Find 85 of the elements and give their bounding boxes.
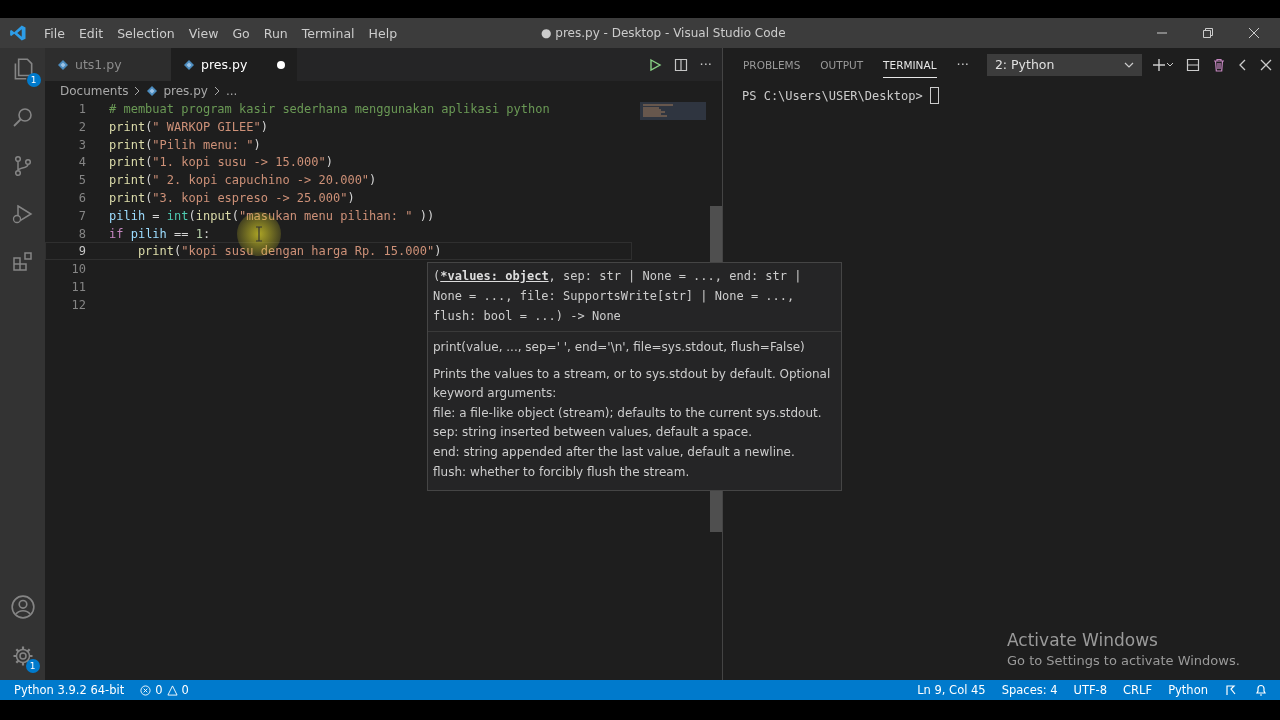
panel-tab[interactable]: TERMINAL: [883, 51, 937, 78]
code-line: pilih = int(input("masukan menu pilihan: " )): [109, 207, 435, 224]
trash-icon[interactable]: [1211, 57, 1226, 72]
terminal-cursor: [929, 87, 939, 104]
doc-text: flush: whether to forcibly flush the stream.: [433, 463, 691, 481]
line-number: 9: [77, 243, 86, 260]
restore-icon[interactable]: [1202, 27, 1214, 39]
code-line: # membuat program kasir sederhana menggunakan aplikasi python: [109, 101, 550, 117]
editor-tab[interactable]: pres.py: [171, 48, 297, 81]
activation-title: Activate Windows: [1007, 630, 1159, 650]
error-icon: [140, 684, 152, 696]
status-item[interactable]: Ln 9, Col 45: [917, 683, 986, 697]
code-line: print("1. kopi susu -> 15.000"): [109, 154, 333, 171]
add-terminal-icon[interactable]: [1151, 57, 1174, 72]
line-number: 6: [77, 190, 86, 206]
minimap-drawing: [640, 102, 706, 120]
chevron-left-icon[interactable]: [1237, 57, 1248, 72]
split-editor-icon[interactable]: [673, 57, 688, 72]
code-line: if pilih == 1:: [109, 225, 211, 242]
status-item[interactable]: Spaces: 4: [1001, 683, 1058, 697]
line-number: 11: [70, 278, 86, 295]
problems-status[interactable]: 0 0: [140, 683, 189, 697]
menu-item[interactable]: File: [37, 25, 72, 41]
status-item[interactable]: CRLF: [1123, 683, 1153, 697]
chevron-right-icon: [212, 85, 221, 96]
line-number: 2: [77, 118, 86, 135]
code-line: print(" 2. kopi capuchino -> 20.000"): [109, 172, 377, 188]
line-number: 5: [77, 172, 86, 188]
signature-text: (*values: object, sep: str | None = ..., end: str | None = ..., file: SupportsWrite[str] | None = ..., flush: bool = ...) -> None: [428, 263, 841, 332]
usage-text: print(value, ..., sep=' ', end='\n', file=sys.stdout, flush=False): [433, 339, 806, 356]
interpreter-status[interactable]: Python 3.9.2 64-bit: [14, 683, 125, 697]
status-item[interactable]: UTF-8: [1073, 683, 1108, 697]
editor-tab[interactable]: uts1.py: [45, 48, 171, 81]
code-line: print(" WARKOP GILEE"): [109, 118, 268, 135]
warning-icon: [166, 684, 178, 696]
status-item[interactable]: Python: [1168, 683, 1208, 697]
extensions-icon[interactable]: [10, 250, 35, 274]
doc-text: end: string appended after the last value, default a newline.: [433, 443, 796, 461]
menu-item[interactable]: Help: [361, 25, 405, 41]
code-line: print("kopi susu dengan harga Rp. 15.000"): [136, 243, 442, 260]
menu-item[interactable]: View: [181, 25, 226, 41]
line-number: 10: [70, 261, 86, 277]
doc-text: sep: string inserted between values, default a space.: [433, 424, 753, 442]
menu-item[interactable]: Selection: [110, 25, 182, 41]
menu-item[interactable]: Run: [256, 25, 295, 41]
window-title: ● pres.py - Desktop - Visual Studio Code: [541, 26, 786, 40]
line-number: 12: [70, 296, 86, 313]
doc-text: Prints the values to a stream, or to sys.stdout by default. Optional keyword arguments:: [433, 365, 832, 403]
split-terminal-icon[interactable]: [1185, 57, 1200, 72]
line-number: 1: [77, 101, 86, 117]
terminal-dropdown[interactable]: 2: Python: [986, 53, 1142, 76]
menu-item[interactable]: Go: [225, 25, 257, 41]
feedback-icon[interactable]: [1224, 683, 1238, 697]
close-icon[interactable]: [1248, 27, 1260, 39]
breadcrumb-item[interactable]: Documents: [60, 83, 129, 98]
doc-text: file: a file-like object (stream); defaults to the current sys.stdout.: [433, 404, 823, 422]
terminal-prompt: PS C:\Users\USER\Desktop>: [742, 88, 924, 103]
run-icon[interactable]: [647, 57, 662, 72]
python-file-icon: [183, 58, 195, 71]
bell-icon[interactable]: [1254, 683, 1268, 697]
code-line: print("Pilih menu: "): [109, 136, 261, 153]
code-line: print("3. kopi espreso -> 25.000"): [109, 190, 355, 206]
python-file-icon: [57, 58, 69, 71]
account-icon[interactable]: [9, 594, 36, 620]
line-number: 4: [77, 154, 86, 171]
line-number: 3: [77, 136, 86, 153]
python-file-icon: [146, 84, 159, 97]
menu-item[interactable]: Terminal: [294, 25, 362, 41]
notification-badge: 1: [26, 73, 41, 87]
chevron-down-icon: [1123, 60, 1134, 69]
run-debug-icon[interactable]: [10, 202, 35, 226]
close-icon[interactable]: [1259, 58, 1272, 71]
more-actions-button[interactable]: ···: [956, 57, 969, 72]
chevron-right-icon: [133, 85, 142, 96]
line-number: 8: [77, 225, 86, 242]
more-actions-button[interactable]: ···: [699, 57, 712, 72]
panel-tab[interactable]: OUTPUT: [820, 51, 864, 78]
menu-item[interactable]: Edit: [71, 25, 111, 41]
notification-badge: 1: [25, 659, 40, 673]
vscode-logo-icon: [9, 24, 27, 42]
breadcrumb-item[interactable]: ...: [225, 83, 238, 98]
activation-subtitle: Go to Settings to activate Windows.: [1007, 653, 1240, 668]
panel-tab[interactable]: PROBLEMS: [743, 51, 801, 78]
breadcrumb-item[interactable]: pres.py: [163, 83, 208, 98]
line-number: 7: [77, 207, 86, 224]
